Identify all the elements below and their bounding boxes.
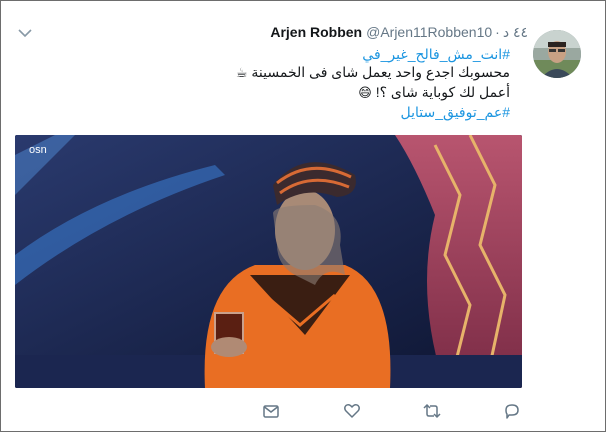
media-image: osn <box>15 135 522 388</box>
avatar[interactable] <box>533 30 581 78</box>
tweet-media[interactable]: osn <box>15 135 522 388</box>
retweet-icon[interactable] <box>422 401 442 421</box>
hashtag-link[interactable]: #انت_مش_فالح_غير_في <box>90 45 510 63</box>
text-segment: أعمل لك كوباية شاى ؟! <box>375 84 510 100</box>
text-segment: محسوبك اجدع واحد يعمل شاى فى الخمسينة <box>251 64 510 80</box>
chevron-down-icon[interactable] <box>16 26 34 40</box>
avatar-image <box>533 30 581 78</box>
tweet-time[interactable]: ٤٤ د <box>503 24 528 40</box>
tweet-text-line: محسوبك اجدع واحد يعمل شاى فى الخمسينة ☕ <box>90 63 510 83</box>
user-handle[interactable]: @Arjen11Robben10 <box>366 24 492 40</box>
tweet-text-line: أعمل لك كوباية شاى ؟! 😄 <box>90 83 510 103</box>
heart-icon[interactable] <box>342 401 362 421</box>
separator: · <box>495 24 500 40</box>
display-name[interactable]: Arjen Robben <box>270 24 362 40</box>
reply-icon[interactable] <box>502 401 522 421</box>
hashtag-link[interactable]: #عم_توفيق_ستايل <box>90 103 510 121</box>
media-channel-logo: osn <box>29 144 47 156</box>
tweet-text: #انت_مش_فالح_غير_في محسوبك اجدع واحد يعم… <box>90 45 510 121</box>
tweet-card[interactable]: Arjen Robben @Arjen11Robben10 · ٤٤ د #انت_م… <box>0 0 606 432</box>
envelope-icon[interactable] <box>261 401 281 421</box>
tweet-actions <box>0 401 606 421</box>
smile-emoji: 😄 <box>358 86 372 101</box>
tweet-header: Arjen Robben @Arjen11Robben10 · ٤٤ د <box>270 23 528 41</box>
tea-emoji: ☕ <box>235 66 248 81</box>
